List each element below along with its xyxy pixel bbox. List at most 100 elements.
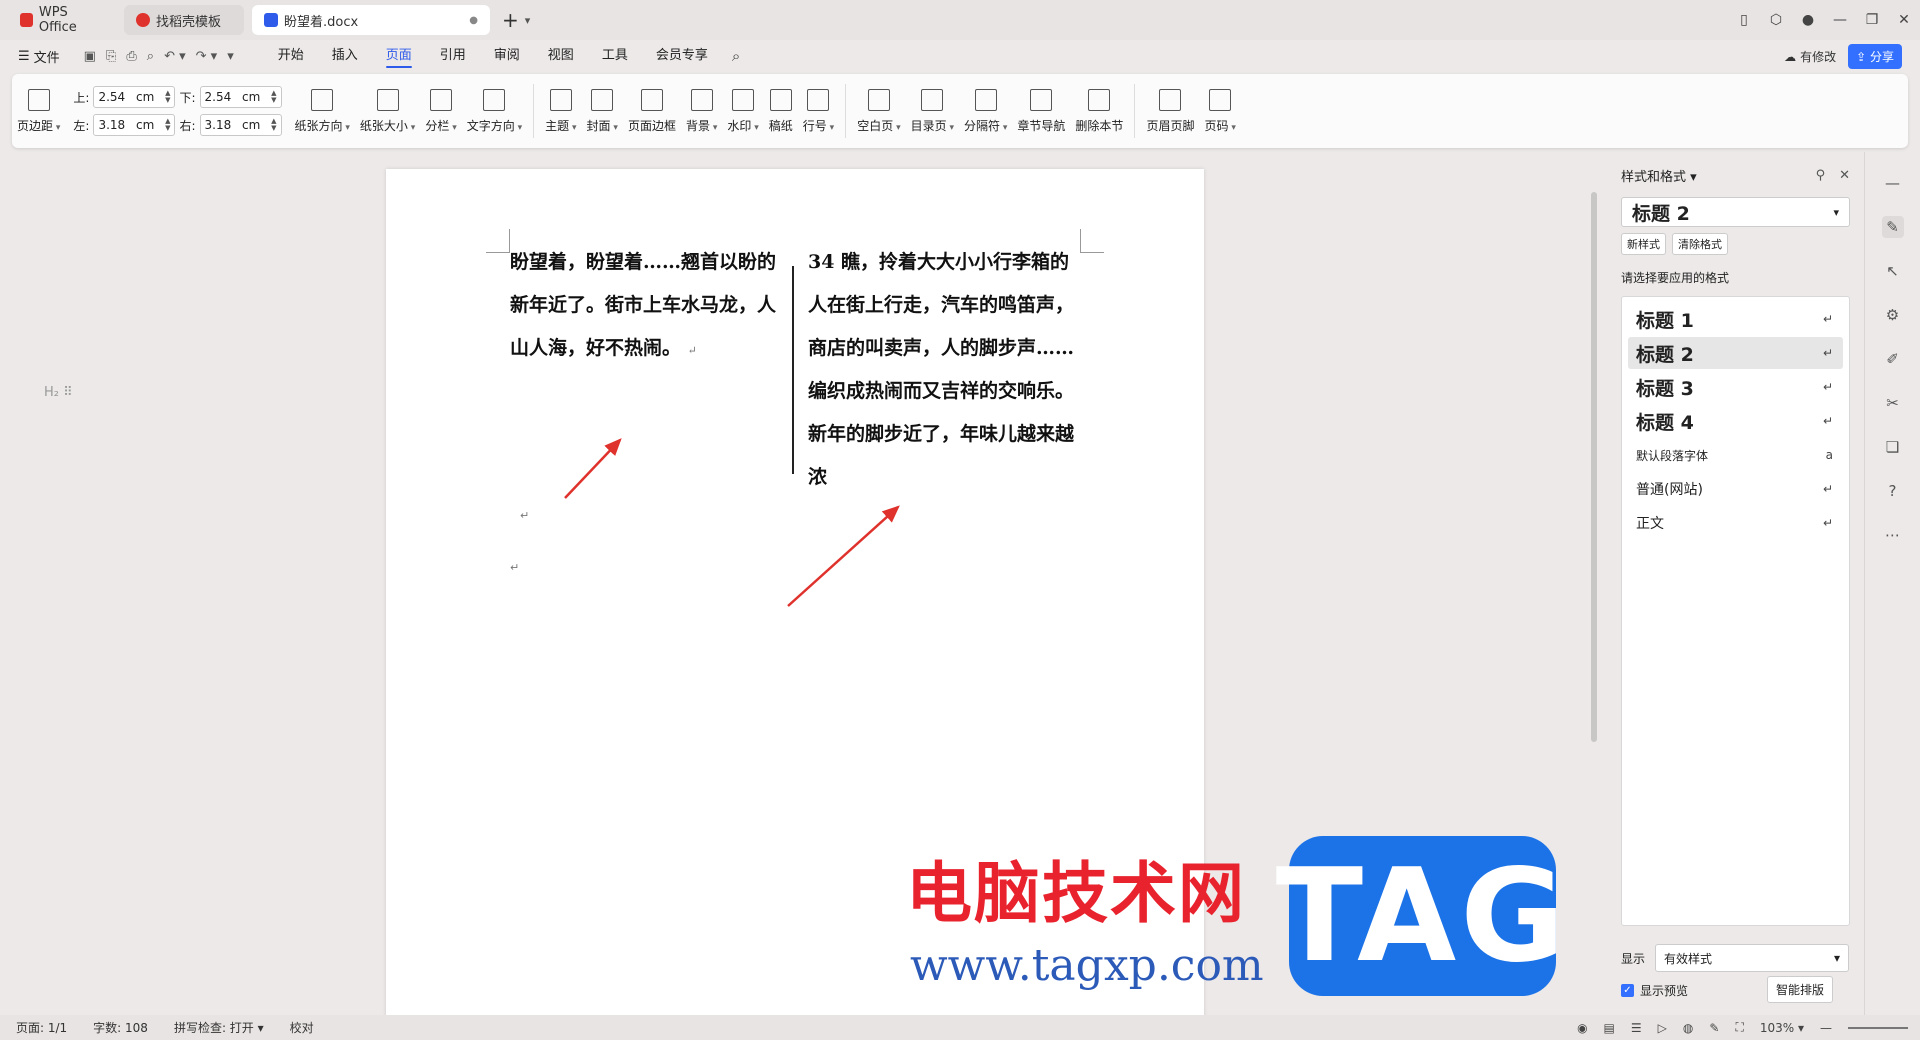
modified-status[interactable]: ☁ 有修改 <box>1784 48 1836 65</box>
margins-button[interactable]: 页边距 <box>12 79 65 143</box>
paper-size-button[interactable]: 纸张大小 <box>355 79 420 143</box>
layout-icon[interactable]: ▯ <box>1728 12 1760 28</box>
spinner-icon[interactable]: ▲ ▼ <box>271 118 276 132</box>
line-number-button[interactable]: 行号 <box>798 79 839 143</box>
style-item-heading-1[interactable]: 标题 1 ↵ <box>1628 303 1843 335</box>
manuscript-button[interactable]: 稿纸 <box>764 79 798 143</box>
blank-page-button[interactable]: 空白页 <box>852 79 905 143</box>
spinner-icon[interactable]: ▲ ▼ <box>165 118 170 132</box>
tab-home[interactable]: 开始 <box>264 40 318 72</box>
tab-close-icon[interactable]: ● <box>469 15 478 26</box>
share-button[interactable]: ⇪ 分享 <box>1848 44 1902 69</box>
tab-document[interactable]: 盼望着.docx ● <box>252 5 490 35</box>
tab-view[interactable]: 视图 <box>534 40 588 72</box>
pane-close-icon[interactable]: ✕ <box>1839 168 1850 183</box>
smart-layout-button[interactable]: 智能排版 <box>1767 976 1834 1003</box>
proofread[interactable]: 校对 <box>290 1019 314 1036</box>
current-style-select[interactable]: 标题 2 ▾ <box>1621 197 1850 227</box>
toc-page-button[interactable]: 目录页 <box>906 79 959 143</box>
style-item-heading-3[interactable]: 标题 3 ↵ <box>1628 371 1843 403</box>
adjust-icon[interactable]: ⚙ <box>1882 304 1904 326</box>
zoom-slider[interactable] <box>1848 1026 1908 1029</box>
bottom-margin-input[interactable]: 2.54 cm ▲ ▼ <box>199 86 282 108</box>
save-icon[interactable]: ▣ <box>84 49 96 64</box>
fit-icon[interactable]: ⛶ <box>1735 1020 1743 1035</box>
text-direction-button[interactable]: 文字方向 <box>462 79 527 143</box>
scrollbar-thumb[interactable] <box>1591 192 1597 742</box>
close-icon[interactable]: ✕ <box>1888 12 1920 28</box>
collapse-icon[interactable]: — <box>1882 172 1904 194</box>
header-footer-button[interactable]: 页眉页脚 <box>1141 79 1199 143</box>
page-count[interactable]: 页面: 1/1 <box>16 1019 67 1036</box>
undo-icon[interactable]: ↶ ▾ <box>164 49 186 64</box>
show-select[interactable]: 有效样式 ▾ <box>1655 944 1850 972</box>
watermark-button[interactable]: 水印 <box>722 79 763 143</box>
word-count[interactable]: 字数: 108 <box>93 1019 148 1036</box>
tab-list-chevron-icon[interactable]: ▾ <box>525 14 531 27</box>
page-number-button[interactable]: 页码 <box>1199 79 1240 143</box>
new-style-button[interactable]: 新样式 <box>1621 233 1666 255</box>
book-icon[interactable]: ❏ <box>1882 436 1904 458</box>
file-menu[interactable]: ☰ 文件 <box>18 47 60 66</box>
print-icon[interactable]: ⎙ <box>126 49 136 64</box>
cover-button[interactable]: 封面 <box>582 79 623 143</box>
style-item-default-font[interactable]: 默认段落字体 a <box>1628 439 1843 471</box>
spinner-icon[interactable]: ▲ ▼ <box>165 90 170 104</box>
help-icon[interactable]: ? <box>1882 480 1904 502</box>
tab-tools[interactable]: 工具 <box>588 40 642 72</box>
left-margin-input[interactable]: 3.18 cm ▲ ▼ <box>93 114 176 136</box>
orientation-button[interactable]: 纸张方向 <box>290 79 355 143</box>
right-margin-input[interactable]: 3.18 cm ▲ ▼ <box>199 114 282 136</box>
clear-format-button[interactable]: 清除格式 <box>1672 233 1728 255</box>
tab-member[interactable]: 会员专享 <box>642 40 722 72</box>
pin-icon[interactable]: ⚲ <box>1816 168 1826 183</box>
edit-icon[interactable]: ✐ <box>1882 348 1904 370</box>
spinner-icon[interactable]: ▲ ▼ <box>271 90 276 104</box>
cube-icon[interactable]: ⬡ <box>1760 12 1792 28</box>
zoom-level[interactable]: 103% ▾ <box>1760 1021 1804 1035</box>
style-brush-icon[interactable]: ✎ <box>1881 216 1904 238</box>
avatar[interactable]: ● <box>1792 12 1824 28</box>
tab-template[interactable]: 找稻壳模板 <box>124 5 244 35</box>
spell-check[interactable]: 拼写检查: 打开 ▾ <box>174 1019 264 1036</box>
web-view-icon[interactable]: ◍ <box>1683 1021 1693 1035</box>
restore-icon[interactable]: ❐ <box>1856 12 1888 28</box>
top-margin-input[interactable]: 2.54 cm ▲ ▼ <box>93 86 176 108</box>
style-item-heading-2[interactable]: 标题 2 ↵ <box>1628 337 1843 369</box>
select-cursor-icon[interactable]: ↖ <box>1882 260 1904 282</box>
section-nav-button[interactable]: 章节导航 <box>1012 79 1070 143</box>
new-tab-icon[interactable]: + <box>502 8 519 32</box>
pen-icon[interactable]: ✎ <box>1709 1021 1719 1035</box>
outline-view-icon[interactable]: ☰ <box>1631 1021 1642 1035</box>
theme-button[interactable]: 主题 <box>540 79 581 143</box>
tab-references[interactable]: 引用 <box>426 40 480 72</box>
search-icon[interactable]: ⌕ <box>732 47 740 65</box>
delete-section-button[interactable]: 删除本节 <box>1070 79 1128 143</box>
print-preview-icon[interactable]: ⌕ <box>147 49 154 64</box>
tab-page[interactable]: 页面 <box>372 40 426 72</box>
page-border-button[interactable]: 页面边框 <box>623 79 681 143</box>
redo-icon[interactable]: ↷ ▾ <box>196 49 218 64</box>
page-view-icon[interactable]: ▤ <box>1604 1021 1615 1035</box>
minimize-icon[interactable]: — <box>1824 12 1856 28</box>
right-tool-rail: — ✎ ↖ ⚙ ✐ ✂ ❏ ? ⋯ <box>1864 152 1920 1015</box>
more-icon[interactable]: ▾ <box>227 49 234 64</box>
pane-title[interactable]: 样式和格式 ▾ <box>1621 166 1697 185</box>
vertical-scrollbar[interactable] <box>1588 152 1600 1015</box>
tab-review[interactable]: 审阅 <box>480 40 534 72</box>
tab-insert[interactable]: 插入 <box>318 40 372 72</box>
style-item-body[interactable]: 正文 ↵ <box>1628 507 1843 539</box>
more-options-icon[interactable]: ⋯ <box>1882 524 1904 546</box>
zoom-out-icon[interactable]: — <box>1820 1021 1832 1035</box>
style-item-normal-web[interactable]: 普通(网站) ↵ <box>1628 473 1843 505</box>
tools-icon[interactable]: ✂ <box>1882 392 1904 414</box>
separator-button[interactable]: 分隔符 <box>959 79 1012 143</box>
tab-wps-office[interactable]: WPS Office <box>8 5 116 35</box>
show-preview-checkbox[interactable]: ✓ 显示预览 <box>1621 982 1688 999</box>
eye-icon[interactable]: ◉ <box>1577 1021 1587 1035</box>
style-item-heading-4[interactable]: 标题 4 ↵ <box>1628 405 1843 437</box>
export-icon[interactable]: ⎘ <box>106 49 116 64</box>
columns-button[interactable]: 分栏 <box>420 79 461 143</box>
background-button[interactable]: 背景 <box>681 79 722 143</box>
play-icon[interactable]: ▷ <box>1658 1021 1667 1035</box>
